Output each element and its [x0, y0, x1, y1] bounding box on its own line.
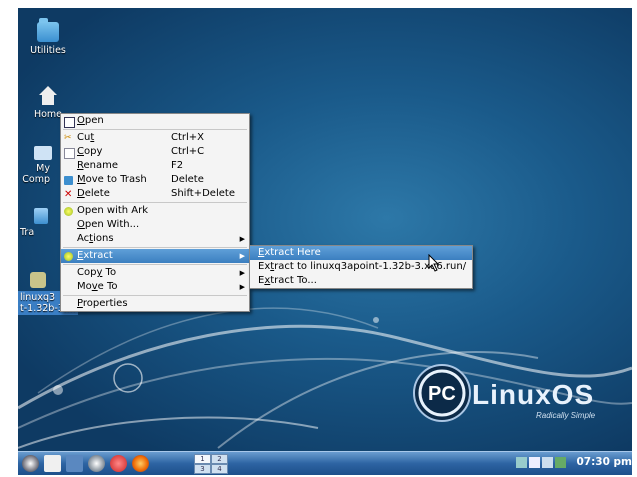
menu-item-move-to-trash[interactable]: Move to Trash Delete: [61, 173, 249, 187]
menu-item-label: Move to Trash: [77, 174, 147, 185]
submenu-item-label: Extract To...: [258, 275, 317, 286]
menu-separator: [63, 295, 247, 296]
pager-desktop-2[interactable]: 2: [211, 454, 228, 464]
konqueror-icon[interactable]: [110, 455, 127, 472]
menu-item-label: Properties: [77, 298, 128, 309]
menu-item-shortcut: Shift+Delete: [171, 188, 235, 199]
menu-separator: [63, 202, 247, 203]
svg-text:Radically Simple: Radically Simple: [536, 411, 596, 420]
ark-icon: [64, 207, 73, 216]
trash-icon: [64, 176, 73, 185]
menu-item-copy[interactable]: Copy Ctrl+C: [61, 145, 249, 159]
menu-separator: [63, 247, 247, 248]
menu-item-open-with[interactable]: Open With...: [61, 218, 249, 232]
desktop-icon-label: My Comp: [22, 163, 50, 185]
menu-item-label: Actions: [77, 233, 114, 244]
control-center-icon[interactable]: [66, 455, 83, 472]
submenu-arrow-icon: ▶: [239, 269, 245, 277]
desktop-icon-trash[interactable]: Tra: [20, 208, 50, 238]
menu-item-shortcut: F2: [171, 160, 184, 171]
computer-icon: [34, 146, 52, 160]
clock[interactable]: 07:30 pm: [576, 456, 632, 468]
taskbar: 1 2 3 4 07:30 pm: [18, 451, 632, 475]
desktop-icon-utilities[interactable]: Utilities: [18, 18, 78, 56]
desktop-icon-my-computer[interactable]: My Comp: [18, 146, 54, 185]
menu-item-label: Open With...: [77, 219, 140, 230]
submenu-arrow-icon: ▶: [239, 283, 245, 291]
pager-desktop-1[interactable]: 1: [194, 454, 211, 464]
firefox-icon[interactable]: [132, 455, 149, 472]
volume-icon[interactable]: [542, 457, 553, 468]
svg-text:PC: PC: [428, 383, 456, 405]
menu-item-rename[interactable]: Rename F2: [61, 159, 249, 173]
desktop-icon-label: Utilities: [30, 45, 66, 56]
menu-item-label: Delete: [77, 188, 110, 199]
updates-icon[interactable]: [555, 457, 566, 468]
delete-icon: ✕: [64, 189, 73, 200]
submenu-item-extract-to[interactable]: Extract To...: [250, 274, 472, 288]
svg-text:LinuxOS: LinuxOS: [472, 379, 594, 410]
submenu-arrow-icon: ▶: [239, 235, 245, 243]
window-icon: [64, 117, 75, 128]
menu-item-open[interactable]: Open: [61, 114, 249, 128]
menu-item-shortcut: Delete: [171, 174, 204, 185]
package-icon: [30, 272, 46, 288]
trash-icon: [34, 208, 48, 224]
home-icon[interactable]: [44, 455, 61, 472]
desktop-pager[interactable]: 1 2 3 4: [194, 454, 228, 474]
network-icon[interactable]: [516, 457, 527, 468]
menu-item-label: Cut: [77, 132, 95, 143]
desktop-icon-label: Tra: [20, 227, 35, 238]
menu-item-cut[interactable]: ✂ Cut Ctrl+X: [61, 131, 249, 145]
pclinuxos-logo: PC LinuxOS Radically Simple: [408, 362, 618, 424]
pager-desktop-4[interactable]: 4: [211, 464, 228, 474]
menu-separator: [63, 264, 247, 265]
menu-item-label: Extract: [77, 250, 113, 261]
submenu-item-label: Extract Here: [258, 247, 321, 258]
mouse-cursor-icon: [428, 254, 440, 272]
copy-icon: [64, 148, 75, 159]
menu-item-open-with-ark[interactable]: Open with Ark: [61, 204, 249, 218]
scissors-icon: ✂: [64, 133, 72, 143]
home-icon: [37, 86, 59, 106]
menu-item-actions[interactable]: Actions ▶: [61, 232, 249, 246]
desktop-icon-label: Home: [33, 109, 63, 120]
menu-item-label: Open: [77, 115, 104, 126]
menu-item-move-to[interactable]: Move To ▶: [61, 280, 249, 294]
clipboard-icon[interactable]: [529, 457, 540, 468]
menu-item-label: Open with Ark: [77, 205, 149, 216]
logo-graphic: PC LinuxOS Radically Simple: [413, 364, 596, 422]
context-menu: Open ✂ Cut Ctrl+X Copy Ctrl+C Rename F2 …: [60, 113, 250, 312]
menu-item-label: Copy To: [77, 267, 117, 278]
menu-item-extract[interactable]: Extract ▶: [61, 249, 249, 263]
menu-item-shortcut: Ctrl+C: [171, 146, 205, 157]
menu-separator: [63, 129, 247, 130]
menu-item-label: Rename: [77, 160, 119, 171]
menu-item-delete[interactable]: ✕ Delete Shift+Delete: [61, 187, 249, 201]
menu-item-properties[interactable]: Properties: [61, 297, 249, 311]
folder-icon: [37, 18, 59, 42]
menu-item-label: Move To: [77, 281, 118, 292]
submenu-arrow-icon: ▶: [239, 252, 245, 260]
ark-icon: [64, 252, 73, 261]
menu-item-copy-to[interactable]: Copy To ▶: [61, 266, 249, 280]
kmenu-icon[interactable]: [22, 455, 39, 472]
synaptic-icon[interactable]: [88, 455, 105, 472]
menu-item-shortcut: Ctrl+X: [171, 132, 205, 143]
pager-desktop-3[interactable]: 3: [194, 464, 211, 474]
menu-item-label: Copy: [77, 146, 103, 157]
